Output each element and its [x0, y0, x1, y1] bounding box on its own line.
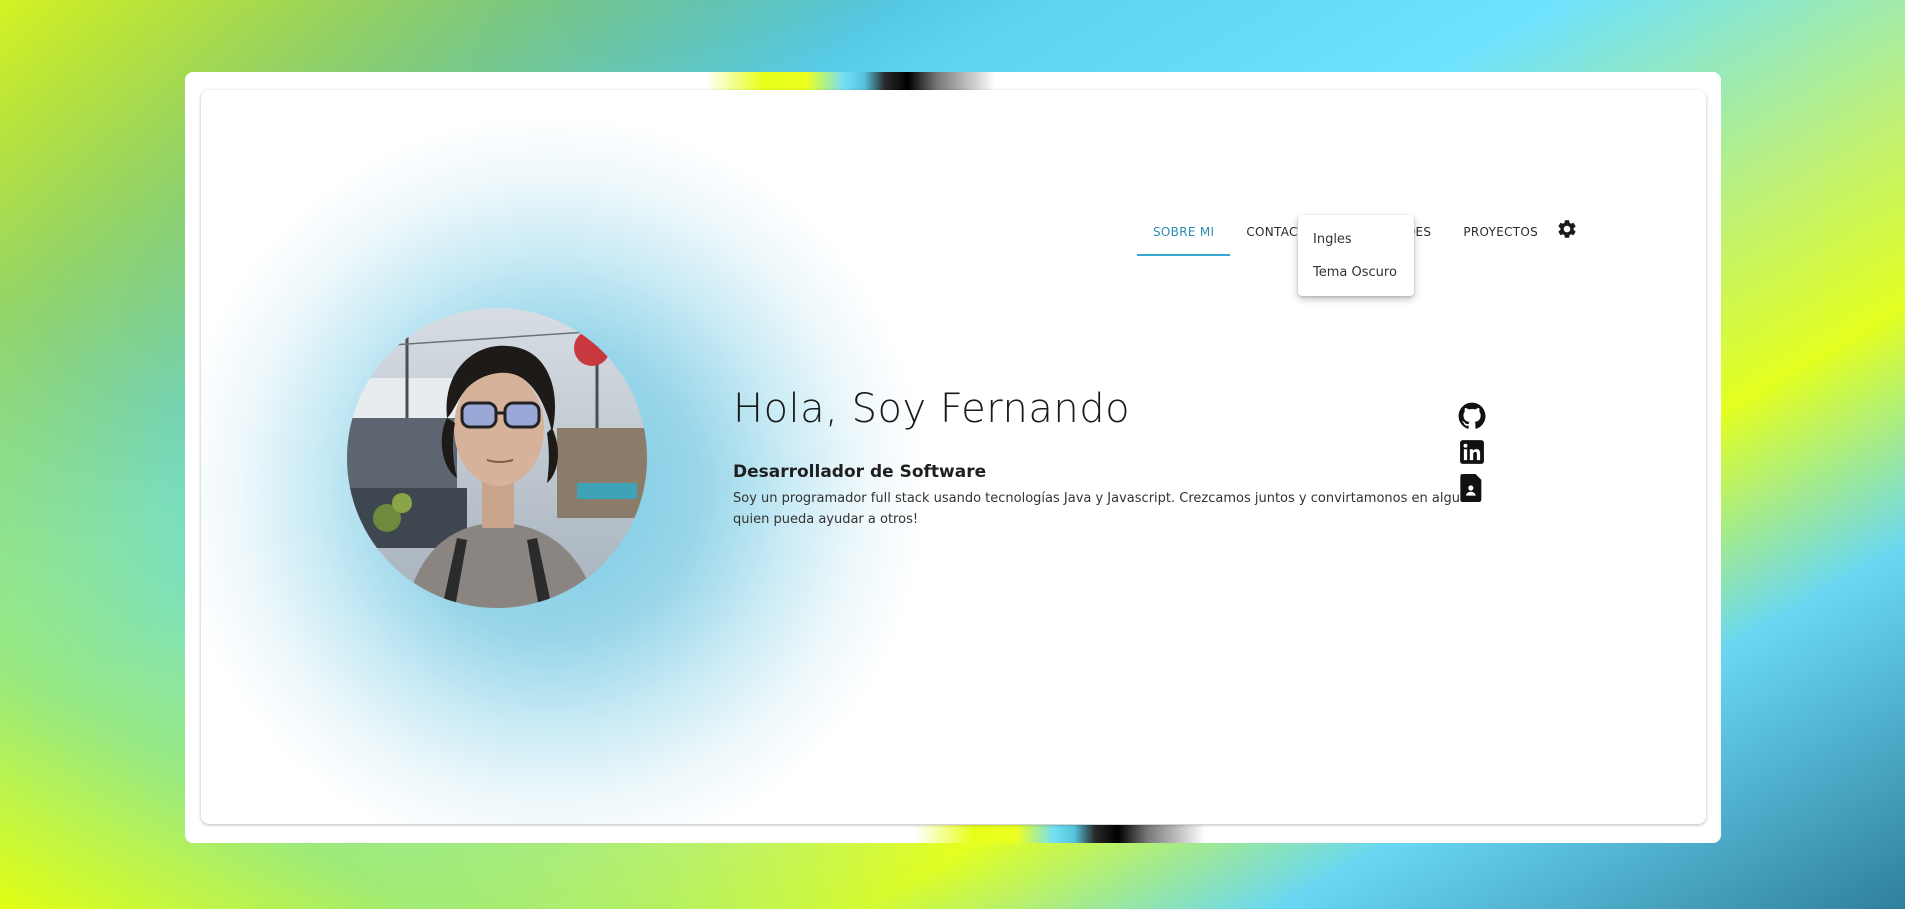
- menu-item-ingles[interactable]: Ingles: [1298, 223, 1414, 256]
- tab-proyectos[interactable]: PROYECTOS: [1447, 208, 1554, 256]
- bottom-decorative-stripe: [915, 825, 1205, 843]
- top-decorative-stripe: [705, 72, 995, 90]
- gear-icon[interactable]: [1556, 218, 1578, 240]
- avatar: [347, 308, 647, 608]
- tab-sobre-mi[interactable]: SOBRE MI: [1137, 208, 1231, 256]
- github-icon[interactable]: [1457, 402, 1487, 430]
- hero-title: Hola, Soy Fernando: [733, 386, 1131, 432]
- resume-icon[interactable]: [1457, 474, 1487, 502]
- settings-menu: Ingles Tema Oscuro: [1298, 215, 1414, 296]
- menu-item-tema-oscuro[interactable]: Tema Oscuro: [1298, 256, 1414, 289]
- hero-subtitle: Desarrollador de Software: [733, 462, 987, 482]
- social-links: [1457, 402, 1487, 502]
- hero-description: Soy un programador full stack usando tec…: [733, 491, 1480, 527]
- linkedin-icon[interactable]: [1457, 438, 1487, 466]
- main-card: SOBRE MI CONTACTO HABILIDADES PROYECTOS …: [201, 90, 1706, 824]
- page-frame: SOBRE MI CONTACTO HABILIDADES PROYECTOS …: [185, 72, 1721, 843]
